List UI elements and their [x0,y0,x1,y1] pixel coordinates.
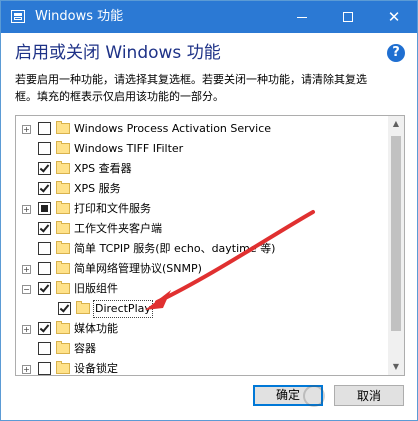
minimize-button[interactable] [279,1,325,33]
folder-icon [56,221,70,234]
feature-checkbox[interactable] [38,222,51,235]
expand-icon[interactable]: + [22,205,31,214]
description-line: 框。填充的框表示仅启用该功能的一部分。 [15,90,224,103]
scroll-up-arrow-icon[interactable]: ▲ [388,116,404,132]
feature-label: XPS 查看器 [74,162,132,175]
feature-checkbox[interactable] [38,122,51,135]
folder-icon [56,261,70,274]
folder-icon [56,361,70,374]
feature-label: 简单网络管理协议(SNMP) [74,262,202,275]
scroll-thumb[interactable] [391,136,401,331]
folder-icon [56,321,70,334]
feature-row[interactable]: 容器 [16,339,388,359]
feature-label: 简单 TCPIP 服务(即 echo、daytime 等) [74,242,276,255]
cancel-button[interactable]: 取消 [334,385,404,406]
feature-checkbox[interactable] [38,242,51,255]
feature-label: 打印和文件服务 [74,202,151,215]
feature-tree[interactable]: + Windows Process Activation Service Windo… [15,115,405,376]
feature-row[interactable]: + 媒体功能 [16,319,388,339]
feature-row[interactable]: 工作文件夹客户端 [16,219,388,239]
feature-row[interactable]: + Windows Process Activation Service [16,119,388,139]
folder-icon [56,161,70,174]
title-bar[interactable]: Windows 功能 ✕ [1,1,417,33]
feature-label: XPS 服务 [74,182,121,195]
folder-icon [56,281,70,294]
maximize-button[interactable] [325,1,371,33]
feature-label: Windows TIFF IFilter [74,142,184,155]
feature-label: Windows Process Activation Service [74,122,272,135]
close-button[interactable]: ✕ [371,1,417,33]
feature-checkbox[interactable] [38,322,51,335]
feature-row[interactable]: + 设备锁定 [16,359,388,375]
close-icon: ✕ [387,8,401,26]
vertical-scrollbar[interactable]: ▲ ▼ [388,116,404,375]
feature-checkbox[interactable] [38,262,51,275]
windows-features-dialog: Windows 功能 ✕ 启用或关闭 Windows 功能 ? 若要启用一种功能… [0,0,418,421]
expand-icon[interactable]: + [22,325,31,334]
windows-features-icon [11,10,25,23]
expand-icon[interactable]: + [22,365,31,374]
feature-row[interactable]: 简单 TCPIP 服务(即 echo、daytime 等) [16,239,388,259]
feature-checkbox[interactable] [38,142,51,155]
folder-icon [56,181,70,194]
feature-label: DirectPlay [93,300,153,318]
feature-row[interactable]: XPS 服务 [16,179,388,199]
page-title: 启用或关闭 Windows 功能 [15,43,221,63]
folder-icon [56,201,70,214]
description: 若要启用一种功能，请选择其复选框。若要关闭一种功能，请清除其复选 框。填充的框表… [15,71,407,105]
feature-checkbox[interactable] [38,342,51,355]
feature-checkbox[interactable] [38,202,51,215]
feature-label: 工作文件夹客户端 [74,222,162,235]
expand-icon[interactable]: + [22,265,31,274]
feature-checkbox[interactable] [58,302,71,315]
window-title: Windows 功能 [35,9,124,24]
feature-row[interactable]: Windows TIFF IFilter [16,139,388,159]
scroll-down-arrow-icon[interactable]: ▼ [388,359,404,375]
folder-icon [56,241,70,254]
feature-checkbox[interactable] [38,282,51,295]
folder-icon [56,141,70,154]
minimize-icon [297,17,307,18]
maximize-icon [343,12,353,22]
folder-icon [56,341,70,354]
collapse-icon[interactable]: − [22,285,31,294]
feature-checkbox[interactable] [38,362,51,375]
feature-row[interactable]: + 打印和文件服务 [16,199,388,219]
feature-row[interactable]: DirectPlay [16,299,388,319]
feature-row[interactable]: + 简单网络管理协议(SNMP) [16,259,388,279]
feature-checkbox[interactable] [38,162,51,175]
feature-label: 媒体功能 [74,322,118,335]
folder-icon [76,301,90,314]
help-icon[interactable]: ? [387,44,405,62]
feature-label: 设备锁定 [74,362,118,375]
feature-label: 容器 [74,342,96,355]
feature-checkbox[interactable] [38,182,51,195]
description-line: 若要启用一种功能，请选择其复选框。若要关闭一种功能，请清除其复选 [15,73,367,86]
expand-icon[interactable]: + [22,125,31,134]
folder-icon [56,121,70,134]
ok-button[interactable]: 确定 [253,385,323,406]
feature-row[interactable]: XPS 查看器 [16,159,388,179]
feature-label: 旧版组件 [74,282,118,295]
feature-row[interactable]: − 旧版组件 [16,279,388,299]
